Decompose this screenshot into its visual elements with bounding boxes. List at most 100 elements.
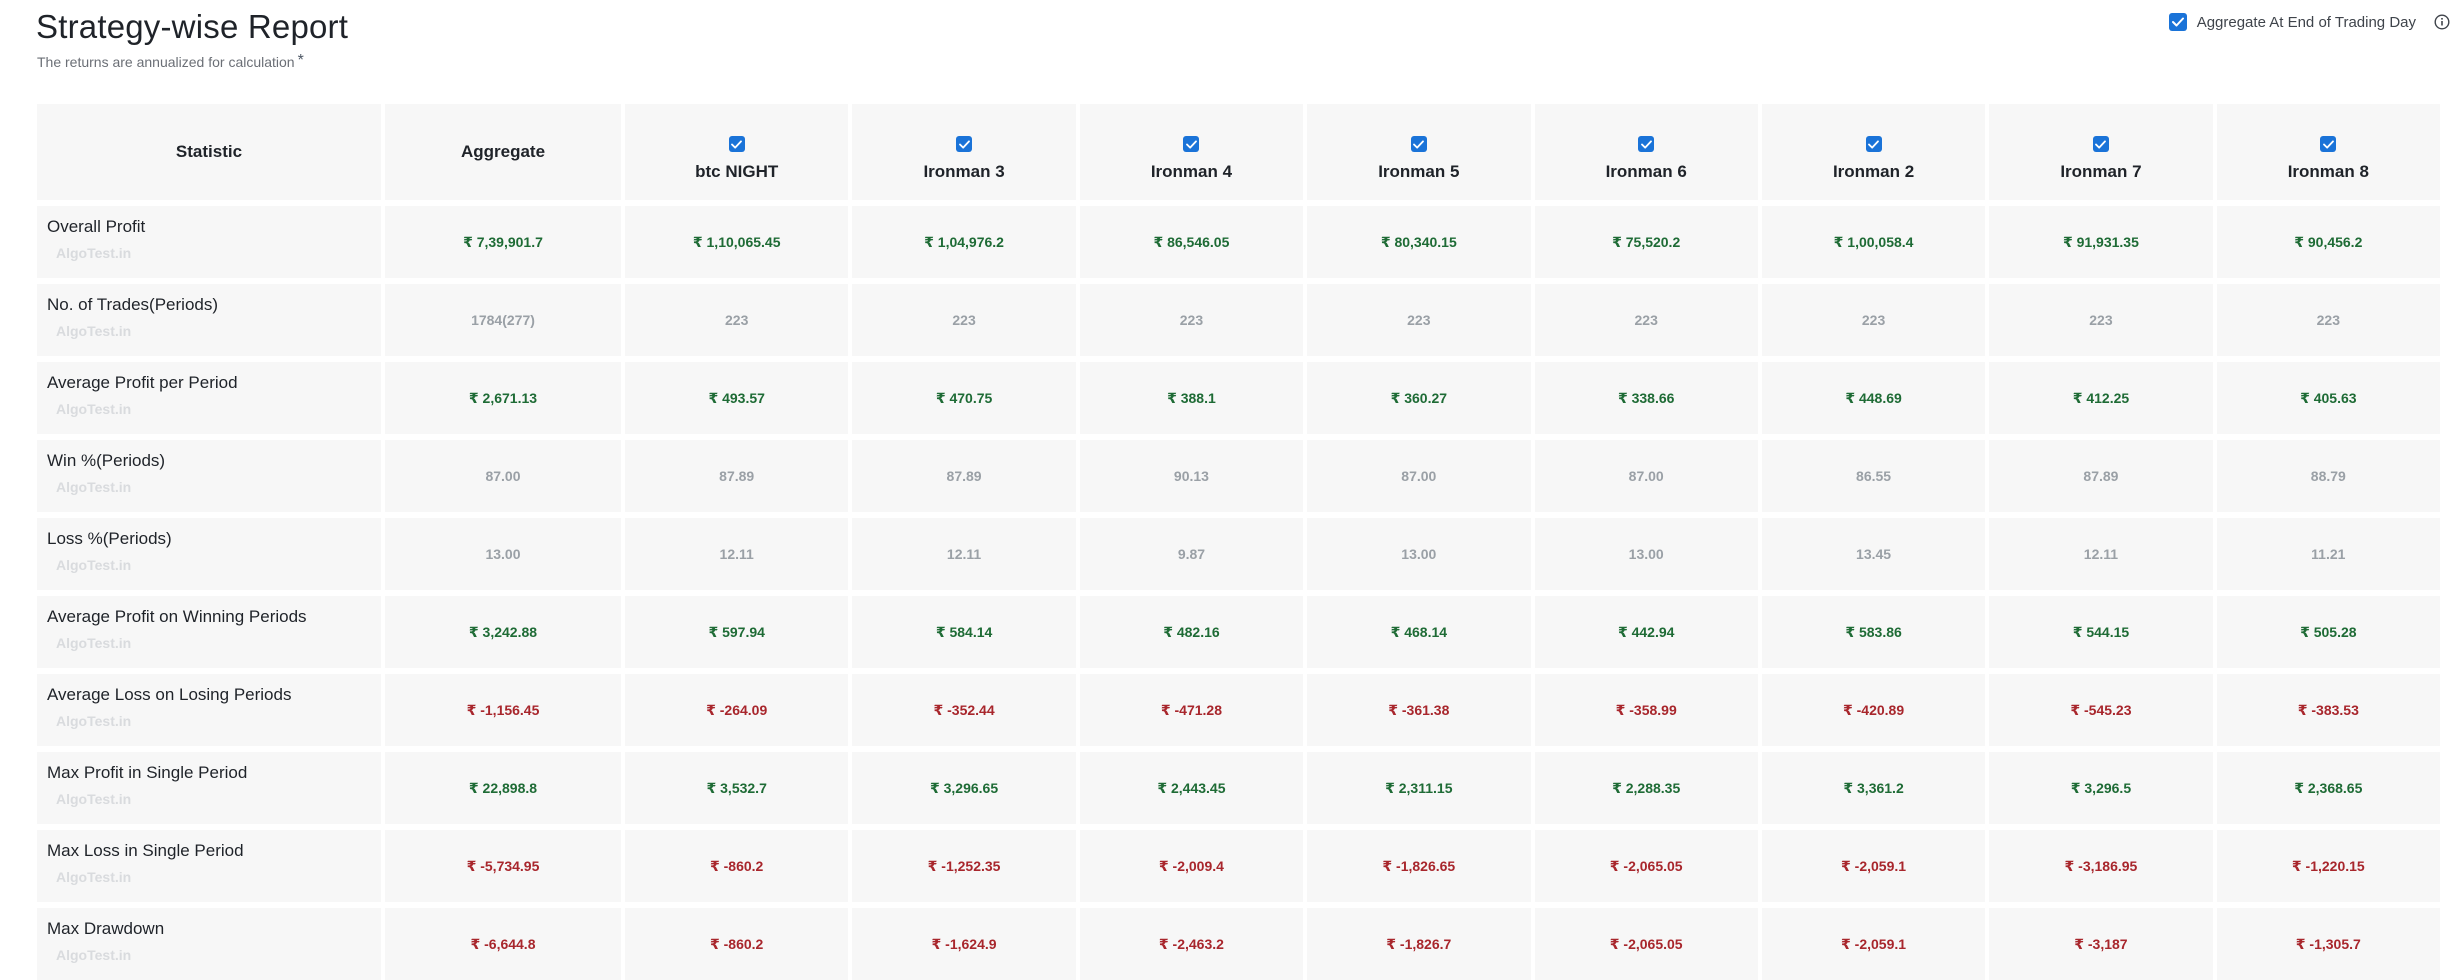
strategy-column-header: Ironman 5 (1307, 104, 1531, 200)
watermark-text: AlgoTest.in (56, 713, 132, 729)
strategy-value-cell: ₹ 2,368.65 (2216, 752, 2440, 824)
strategy-value-cell: ₹ 544.15 (1989, 596, 2213, 668)
strategy-value-cell: 87.00 (1534, 440, 1758, 512)
strategy-value-cell: ₹ 405.63 (2216, 362, 2440, 434)
aggregate-value-cell: ₹ 2,671.13 (385, 362, 621, 434)
strategy-value-cell: ₹ -2,059.1 (1761, 830, 1986, 902)
strategy-checkbox[interactable] (1410, 136, 1427, 152)
strategy-value-cell: ₹ 597.94 (625, 596, 849, 668)
strategy-value-cell: ₹ 90,456.2 (2216, 206, 2440, 278)
statistic-cell: Average Profit on Winning Periods AlgoTes… (37, 596, 381, 668)
strategy-value-cell: 86.55 (1761, 440, 1986, 512)
watermark-text: AlgoTest.in (56, 791, 132, 807)
strategy-value-cell: 87.00 (1307, 440, 1531, 512)
table-row: Average Profit on Winning Periods AlgoTes… (37, 596, 2440, 668)
aggregate-column-header: Aggregate (385, 104, 621, 200)
aggregate-value-cell: 13.00 (385, 518, 621, 590)
strategy-value-cell: ₹ 1,10,065.45 (625, 206, 849, 278)
strategy-value-cell: ₹ 1,00,058.4 (1761, 206, 1986, 278)
strategy-value-cell: 9.87 (1079, 518, 1304, 590)
aggregate-checkbox[interactable] (2168, 13, 2187, 31)
strategy-checkbox[interactable] (1183, 136, 1200, 152)
strategy-value-cell: ₹ 3,296.5 (1989, 752, 2213, 824)
strategy-checkbox[interactable] (2092, 136, 2109, 152)
strategy-value-cell: ₹ -352.44 (852, 674, 1076, 746)
strategy-name: Ironman 7 (2060, 162, 2142, 181)
check-icon (1413, 139, 1425, 149)
strategy-checkbox[interactable] (956, 136, 973, 152)
strategy-value-cell: 223 (1079, 284, 1304, 356)
strategy-name: Ironman 8 (2287, 162, 2369, 181)
check-icon (1640, 139, 1652, 149)
table-row: No. of Trades(Periods) AlgoTest.in 1784(27… (37, 284, 2440, 356)
strategy-value-cell: ₹ 470.75 (852, 362, 1076, 434)
statistic-cell: Max Loss in Single Period AlgoTest.in (37, 830, 381, 902)
aggregate-value-cell: 1784(277) (385, 284, 621, 356)
strategy-value-cell: ₹ -361.38 (1307, 674, 1531, 746)
watermark-text: AlgoTest.in (56, 401, 132, 417)
statistic-label: Win %(Periods) (47, 451, 166, 470)
strategy-column-header: Ironman 2 (1761, 104, 1986, 200)
statistic-label: Overall Profit (47, 217, 146, 236)
table-row: Loss %(Periods) AlgoTest.in 13.00 12.11 12.1… (37, 518, 2440, 590)
statistic-label: Average Profit per Period (47, 373, 238, 392)
strategy-value-cell: ₹ 448.69 (1761, 362, 1986, 434)
page-subtitle: The returns are annualized for calculati… (37, 52, 304, 72)
strategy-value-cell: ₹ -420.89 (1761, 674, 1986, 746)
strategy-value-cell: 12.11 (625, 518, 849, 590)
strategy-value-cell: 223 (1534, 284, 1758, 356)
subtitle-text: The returns are annualized for calculati… (37, 54, 295, 70)
strategy-name: Ironman 6 (1605, 162, 1687, 181)
table-body: Overall Profit AlgoTest.in ₹ 7,39,901.7 ₹ 1… (37, 206, 2440, 980)
strategy-column-header: btc NIGHT (625, 104, 849, 200)
statistic-cell: Win %(Periods) AlgoTest.in (37, 440, 381, 512)
strategy-value-cell: ₹ 360.27 (1307, 362, 1531, 434)
strategy-checkbox[interactable] (1638, 136, 1655, 152)
aggregate-value-cell: ₹ 22,898.8 (385, 752, 621, 824)
statistic-label: Average Loss on Losing Periods (47, 685, 292, 704)
statistic-label: Max Loss in Single Period (47, 841, 244, 860)
check-icon (731, 139, 743, 149)
strategy-name: Ironman 3 (923, 162, 1005, 181)
strategy-value-cell: ₹ -2,065.05 (1534, 830, 1758, 902)
strategy-value-cell: ₹ 493.57 (625, 362, 849, 434)
table-row: Win %(Periods) AlgoTest.in 87.00 87.89 87.89… (37, 440, 2440, 512)
strategy-checkbox[interactable] (2320, 136, 2337, 152)
strategy-value-cell: ₹ -1,624.9 (852, 908, 1076, 980)
aggregate-value-cell: 87.00 (385, 440, 621, 512)
check-icon (1868, 139, 1879, 149)
aggregate-toggle[interactable]: Aggregate At End of Trading Day (2168, 13, 2450, 31)
statistic-cell: Overall Profit AlgoTest.in (37, 206, 381, 278)
strategy-value-cell: ₹ -3,187 (1989, 908, 2213, 980)
aggregate-toggle-label: Aggregate At End of Trading Day (2196, 13, 2416, 31)
strategy-value-cell: ₹ -860.2 (625, 908, 849, 980)
strategy-value-cell: ₹ -1,220.15 (2216, 830, 2440, 902)
strategy-value-cell: ₹ -860.2 (625, 830, 849, 902)
aggregate-value-cell: ₹ 3,242.88 (385, 596, 621, 668)
strategy-value-cell: ₹ 3,296.65 (852, 752, 1076, 824)
strategy-value-cell: ₹ 442.94 (1534, 596, 1758, 668)
strategy-value-cell: ₹ -2,463.2 (1079, 908, 1304, 980)
strategy-value-cell: ₹ 388.1 (1079, 362, 1304, 434)
table-row: Max Profit in Single Period AlgoTest.in ₹ … (37, 752, 2440, 824)
statistic-label: Loss %(Periods) (47, 529, 172, 548)
strategy-value-cell: ₹ -1,826.7 (1307, 908, 1531, 980)
strategy-value-cell: 12.11 (1989, 518, 2213, 590)
table-row: Average Loss on Losing Periods AlgoTest.i… (37, 674, 2440, 746)
strategy-value-cell: ₹ 3,361.2 (1761, 752, 1986, 824)
strategy-column-header: Ironman 3 (852, 104, 1076, 200)
info-icon[interactable] (2434, 14, 2450, 30)
aggregate-value-cell: ₹ -5,734.95 (385, 830, 621, 902)
table-row: Overall Profit AlgoTest.in ₹ 7,39,901.7 ₹ 1… (37, 206, 2440, 278)
table-row: Max Drawdown AlgoTest.in ₹ -6,644.8 ₹ -860.… (37, 908, 2440, 980)
strategy-value-cell: ₹ 75,520.2 (1534, 206, 1758, 278)
strategy-value-cell: 12.11 (852, 518, 1076, 590)
strategy-value-cell: ₹ -2,065.05 (1534, 908, 1758, 980)
strategy-checkbox[interactable] (728, 136, 745, 152)
strategy-column-header: Ironman 4 (1079, 104, 1304, 200)
statistic-cell: Max Profit in Single Period AlgoTest.in (37, 752, 381, 824)
strategy-report-table: Statistic Aggregate btc NIGHT Ironman 3 Ir… (33, 98, 2444, 980)
strategy-value-cell: 87.89 (625, 440, 849, 512)
strategy-checkbox[interactable] (1865, 136, 1882, 152)
check-icon (2322, 139, 2334, 149)
